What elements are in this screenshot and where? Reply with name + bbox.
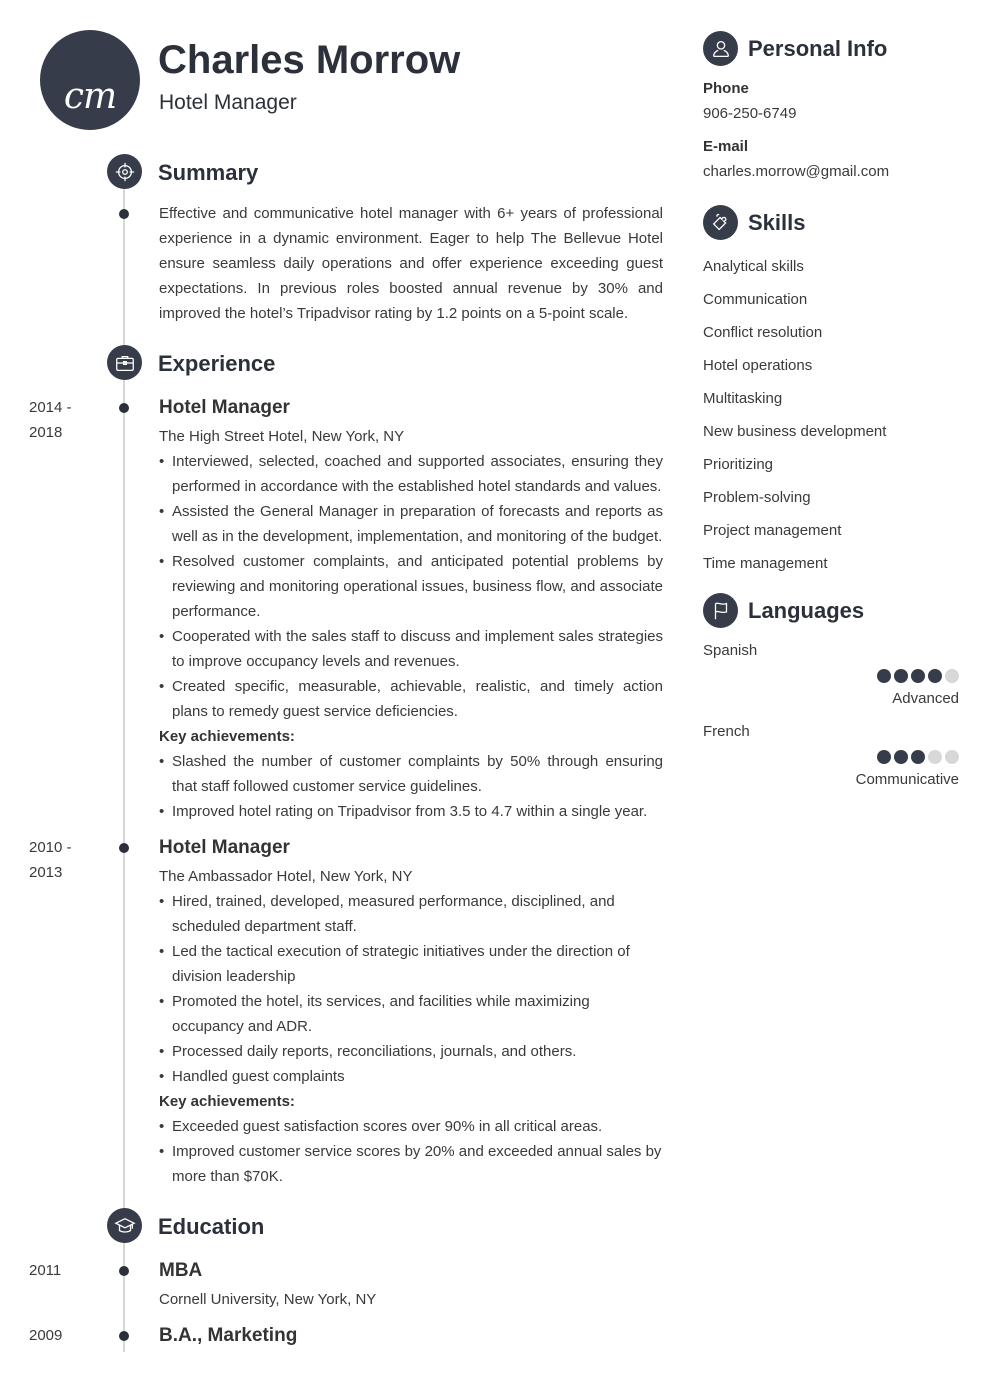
rating-dot-filled [894,750,908,764]
job-bullet: Led the tactical execution of strategic … [159,939,639,989]
education-entry: MBA Cornell University, New York, NY [159,1258,663,1312]
rating-dot-filled [877,669,891,683]
achievement-bullet: Improved customer service scores by 20% … [159,1139,663,1189]
achievement-bullets: Slashed the number of customer complaint… [159,749,663,824]
phone-value[interactable]: 906-250-6749 [703,105,796,122]
education-date: 2009 [29,1327,63,1344]
section-title-summary: Summary [158,160,259,185]
section-title-languages: Languages [748,598,865,623]
language-name: Spanish [703,642,758,659]
job-organization: The High Street Hotel, New York, NY [159,428,405,445]
avatar-initials: cm [40,30,140,130]
language-level: Advanced [892,690,959,707]
rating-dot-empty [928,750,942,764]
achievement-bullet: Slashed the number of customer complaint… [159,749,663,799]
education-entry: B.A., Marketing [159,1323,663,1352]
puzzle-icon [703,205,738,240]
job-date-end: 2018 [29,424,63,441]
job-bullet: Interviewed, selected, coached and suppo… [159,449,663,499]
language-rating [877,750,959,764]
graduation-cap-icon [107,1208,142,1243]
job-bullet: Hired, trained, developed, measured perf… [159,889,639,939]
job-title: Hotel Manager [159,397,290,418]
job-bullet: Handled guest complaints [159,1064,639,1089]
email-label: E-mail [703,138,749,155]
language-name: French [703,723,750,740]
skill-item: Communication [703,291,808,308]
job-date-start: 2010 - [29,839,72,856]
summary-text: Effective and communicative hotel manage… [159,205,663,322]
briefcase-icon [107,345,142,380]
section-title-skills: Skills [748,210,806,235]
education-school: Cornell University, New York, NY [159,1291,377,1308]
target-icon [107,154,142,189]
job-bullets: Hired, trained, developed, measured perf… [159,889,639,1089]
timeline-dot [119,209,129,219]
rating-dot-filled [911,750,925,764]
key-achievements-label: Key achievements: [159,1093,295,1110]
skill-item: New business development [703,423,887,440]
timeline-dot [119,403,129,413]
initials: cm [63,76,117,117]
rating-dot-filled [877,750,891,764]
education-date: 2011 [29,1262,62,1279]
achievement-bullet: Exceeded guest satisfaction scores over … [159,1114,663,1139]
job-bullet: Assisted the General Manager in preparat… [159,499,663,549]
job-bullet: Created specific, measurable, achievable… [159,674,663,724]
user-icon [703,31,738,66]
job-date-start: 2014 - [29,399,72,416]
skill-item: Conflict resolution [703,324,823,341]
job-entry: Hotel Manager The High Street Hotel, New… [159,395,663,824]
rating-dot-filled [894,669,908,683]
section-title-education: Education [158,1214,265,1239]
rating-dot-filled [928,669,942,683]
skill-item: Prioritizing [703,456,774,473]
skill-item: Analytical skills [703,258,804,275]
job-entry: Hotel Manager The Ambassador Hotel, New … [159,835,663,1189]
section-title-personal-info: Personal Info [748,36,888,61]
job-bullet: Promoted the hotel, its services, and fa… [159,989,639,1039]
candidate-job-title: Hotel Manager [159,91,297,114]
education-degree: B.A., Marketing [159,1325,298,1346]
timeline-dot [119,1266,129,1276]
rating-dot-empty [945,750,959,764]
job-bullet: Cooperated with the sales staff to discu… [159,624,663,674]
candidate-name: Charles Morrow [158,38,461,82]
skill-item: Hotel operations [703,357,813,374]
skill-item: Multitasking [703,390,783,407]
rating-dot-filled [911,669,925,683]
timeline-dot [119,1331,129,1341]
job-date-end: 2013 [29,864,63,881]
achievement-bullets: Exceeded guest satisfaction scores over … [159,1114,663,1189]
key-achievements-label: Key achievements: [159,728,295,745]
flag-icon [703,593,738,628]
language-rating [877,669,959,683]
email-value[interactable]: charles.morrow@gmail.com [703,163,889,180]
achievement-bullet: Improved hotel rating on Tripadvisor fro… [159,799,663,824]
job-organization: The Ambassador Hotel, New York, NY [159,868,413,885]
job-bullet: Resolved customer complaints, and antici… [159,549,663,624]
rating-dot-empty [945,669,959,683]
job-date: 2010 - 2013 [29,835,72,885]
language-level: Communicative [855,771,959,788]
skill-item: Problem-solving [703,489,811,506]
skill-item: Project management [703,522,842,539]
job-date: 2014 - 2018 [29,395,72,445]
job-title: Hotel Manager [159,837,290,858]
job-bullets: Interviewed, selected, coached and suppo… [159,449,663,724]
section-title-experience: Experience [158,351,276,376]
education-degree: MBA [159,1260,203,1281]
job-bullet: Processed daily reports, reconciliations… [159,1039,639,1064]
timeline-dot [119,843,129,853]
skill-item: Time management [703,555,828,572]
skills-list: Analytical skills Communication Conflict… [703,250,886,580]
phone-label: Phone [703,80,749,97]
